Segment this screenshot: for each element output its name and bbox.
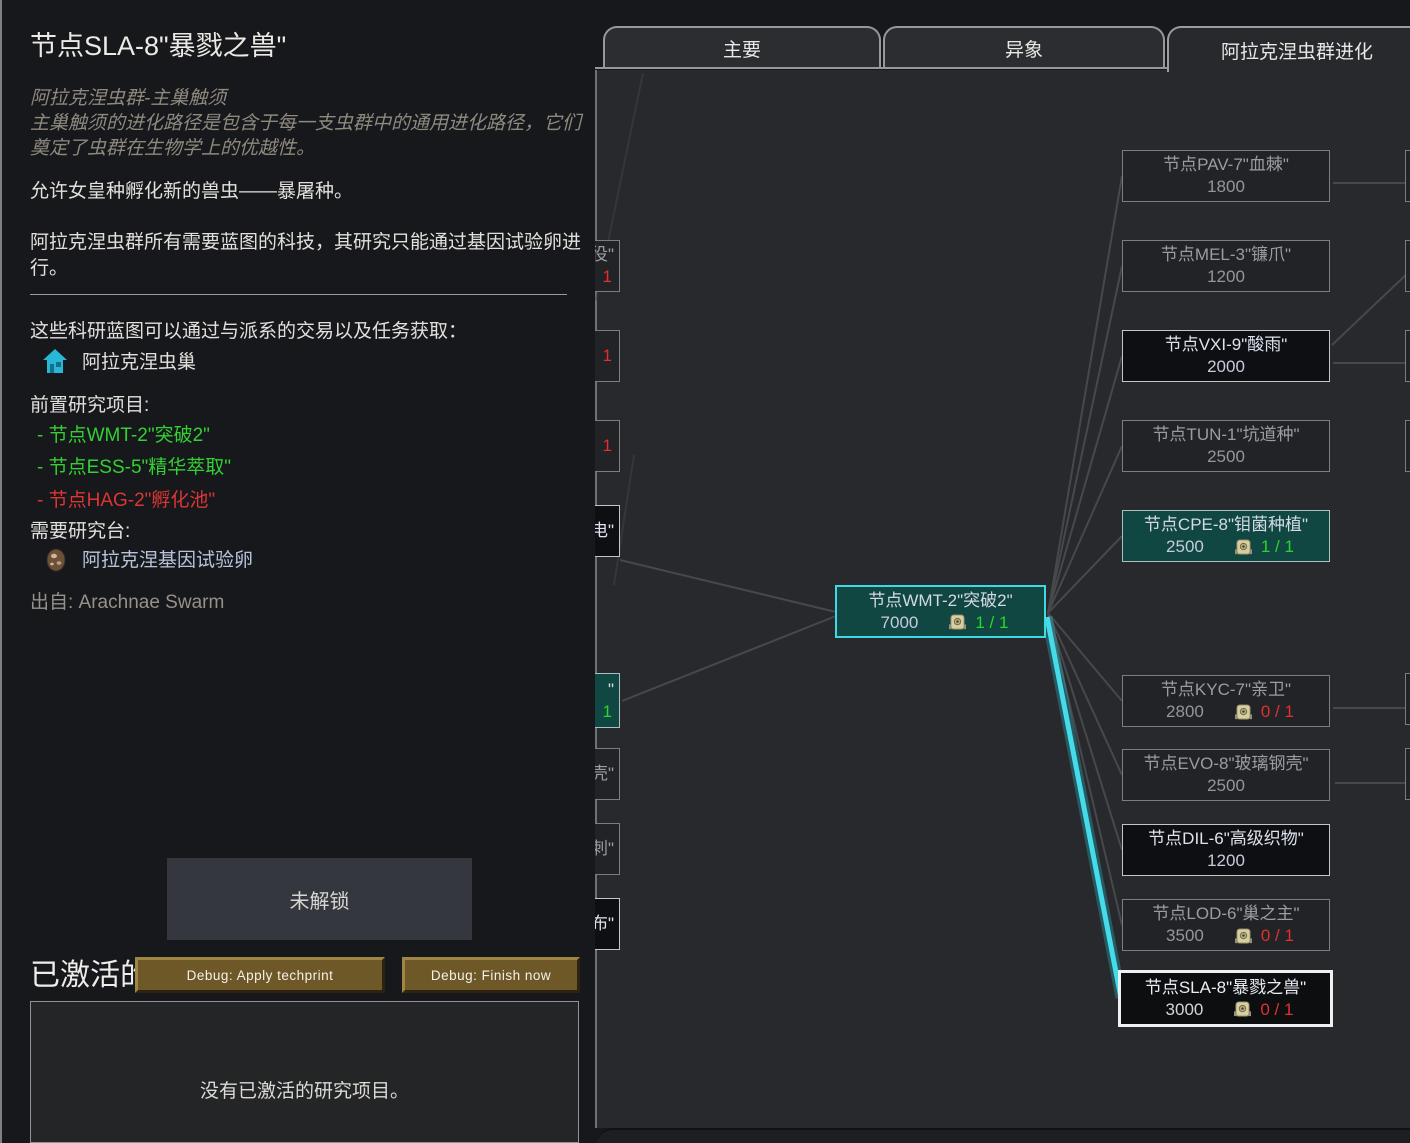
tab-arachnae-evolution[interactable]: 阿拉克涅虫群进化 — [1167, 26, 1410, 72]
debug-apply-label: Debug: Apply techprint — [187, 968, 334, 983]
node-evo8[interactable]: 节点EVO-8"玻璃钢壳" 2500 — [1122, 749, 1330, 801]
node-vxi9[interactable]: 节点VXI-9"酸雨" 2000 — [1122, 330, 1330, 382]
tab-anomaly-label: 异象 — [1005, 35, 1043, 62]
node-sliver — [1405, 150, 1410, 202]
node-name: 节点PAV-7"血棘" — [1163, 154, 1289, 176]
techprint-icon — [1234, 539, 1253, 556]
flavor-line2: 主巢触须的进化路径是包含于每一支虫群中的通用进化路径，它们奠定了虫群在生物学上的… — [30, 111, 583, 161]
techprint-icon — [1234, 928, 1253, 945]
node-cost: 3000 — [1166, 999, 1204, 1021]
node-name: 节点LOD-6"巢之主" — [1152, 903, 1299, 925]
techprint-icon — [948, 614, 967, 631]
techprint-count: 1 / 1 — [975, 612, 1008, 634]
techprint-count: 0 / 1 — [1261, 925, 1294, 947]
prerequisite-item: - 节点WMT-2"突破2" — [37, 420, 210, 447]
node-kyc7[interactable]: 节点KYC-7"亲卫" 2800 0 / 1 — [1122, 675, 1330, 727]
activated-projects-heading: 已激活的 — [30, 950, 150, 994]
active-projects-box: 没有已激活的研究项目。 — [30, 1001, 579, 1143]
techprint-count: 1 — [603, 266, 612, 288]
node-cost: 1200 — [1207, 266, 1245, 288]
node-sla8-selected[interactable]: 节点SLA-8"暴戮之兽" 3000 0 / 1 — [1118, 970, 1333, 1027]
flavor-line1: 阿拉克涅虫群-主巢触须 — [30, 86, 583, 111]
bench-label: 需要研究台: — [30, 516, 130, 543]
node-sliver — [1405, 420, 1410, 472]
node-cost: 7000 — [881, 612, 919, 634]
faction-row[interactable]: 阿拉克涅虫巢 — [42, 347, 196, 374]
node-name: 节点MEL-3"镰爪" — [1161, 244, 1291, 266]
node-cost: 2000 — [1207, 356, 1245, 378]
tab-underline — [595, 67, 1167, 69]
node-tun1[interactable]: 节点TUN-1"坑道种" 2500 — [1122, 420, 1330, 472]
node-cost: 1800 — [1207, 176, 1245, 198]
node-dil6[interactable]: 节点DIL-6"高级织物" 1200 — [1122, 824, 1330, 876]
node-cost: 2500 — [1166, 536, 1204, 558]
mod-source: 出自: Arachnae Swarm — [30, 587, 224, 614]
no-active-projects-text: 没有已激活的研究项目。 — [31, 1076, 578, 1103]
node-name: " — [608, 679, 614, 701]
techprint-icon — [1233, 1001, 1252, 1018]
techprint-count: 1 — [603, 701, 612, 723]
techprint-count: 0 / 1 — [1261, 701, 1294, 723]
techprint-count: 0 / 1 — [1260, 999, 1293, 1021]
node-name: 节点CPE-8"钼菌种植" — [1144, 514, 1308, 536]
tab-main-label: 主要 — [723, 35, 761, 62]
techprint-count: 1 / 1 — [1261, 536, 1294, 558]
node-cost: 3500 — [1166, 925, 1204, 947]
node-name: 节点SLA-8"暴戮之兽" — [1145, 977, 1306, 999]
bottom-panel-edge — [597, 1128, 1410, 1143]
prerequisite-item: - 节点HAG-2"孵化池" — [37, 485, 215, 512]
unlock-status-button[interactable]: 未解锁 — [167, 858, 472, 940]
node-name: 节点WMT-2"突破2" — [868, 590, 1012, 612]
debug-apply-techprint-button[interactable]: Debug: Apply techprint — [135, 957, 385, 993]
house-icon — [42, 348, 68, 374]
debug-finish-now-button[interactable]: Debug: Finish now — [402, 957, 580, 993]
research-detail-panel: 节点SLA-8"暴戮之兽" 阿拉克涅虫群-主巢触须 主巢触须的进化路径是包含于每… — [0, 0, 595, 1143]
node-pav7[interactable]: 节点PAV-7"血棘" 1800 — [1122, 150, 1330, 202]
node-name: 节点EVO-8"玻璃钢壳" — [1143, 753, 1308, 775]
node-cpe8[interactable]: 节点CPE-8"钼菌种植" 2500 1 / 1 — [1122, 510, 1330, 562]
node-cost: 1200 — [1207, 850, 1245, 872]
node-sliver — [1405, 240, 1410, 292]
flavor-text: 阿拉克涅虫群-主巢触须 主巢触须的进化路径是包含于每一支虫群中的通用进化路径，它… — [30, 86, 583, 161]
prerequisites-label: 前置研究项目: — [30, 390, 149, 417]
prerequisite-item: - 节点ESS-5"精华萃取" — [37, 452, 231, 479]
tab-main[interactable]: 主要 — [603, 26, 881, 69]
unlock-status-label: 未解锁 — [290, 885, 350, 914]
node-name: 节点TUN-1"坑道种" — [1152, 424, 1299, 446]
node-name: 节点KYC-7"亲卫" — [1161, 679, 1291, 701]
node-mel3[interactable]: 节点MEL-3"镰爪" 1200 — [1122, 240, 1330, 292]
node-cost: 2500 — [1207, 446, 1245, 468]
bench-name: 阿拉克涅基因试验卵 — [82, 545, 253, 572]
faction-name: 阿拉克涅虫巢 — [82, 347, 196, 374]
node-sliver — [1405, 330, 1410, 382]
node-cost: 2500 — [1207, 775, 1245, 797]
node-sliver — [1405, 748, 1410, 800]
tab-arachnae-evolution-label: 阿拉克涅虫群进化 — [1221, 37, 1373, 64]
divider — [30, 294, 567, 295]
page-title: 节点SLA-8"暴戮之兽" — [30, 24, 286, 63]
node-lod6[interactable]: 节点LOD-6"巢之主" 3500 0 / 1 — [1122, 899, 1330, 951]
egg-icon — [44, 546, 68, 572]
description-requirement: 阿拉克涅虫群所有需要蓝图的科技，其研究只能通过基因试验卵进行。 — [30, 230, 583, 282]
techprint-count: 1 — [603, 435, 612, 457]
techprint-count: 1 — [603, 345, 612, 367]
node-name: 节点DIL-6"高级织物" — [1148, 828, 1304, 850]
description-unlock: 允许女皇种孵化新的兽虫——暴屠种。 — [30, 176, 583, 203]
tab-anomaly[interactable]: 异象 — [883, 26, 1165, 69]
debug-finish-label: Debug: Finish now — [431, 968, 551, 983]
node-cost: 2800 — [1166, 701, 1204, 723]
techprint-icon — [1234, 704, 1253, 721]
techprint-hint: 这些科研蓝图可以通过与派系的交易以及任务获取： — [30, 316, 583, 343]
bench-row[interactable]: 阿拉克涅基因试验卵 — [44, 545, 253, 572]
node-wmt2[interactable]: 节点WMT-2"突破2" 7000 1 / 1 — [835, 585, 1046, 638]
node-name: 节点VXI-9"酸雨" — [1165, 334, 1288, 356]
node-sliver — [1405, 673, 1410, 725]
